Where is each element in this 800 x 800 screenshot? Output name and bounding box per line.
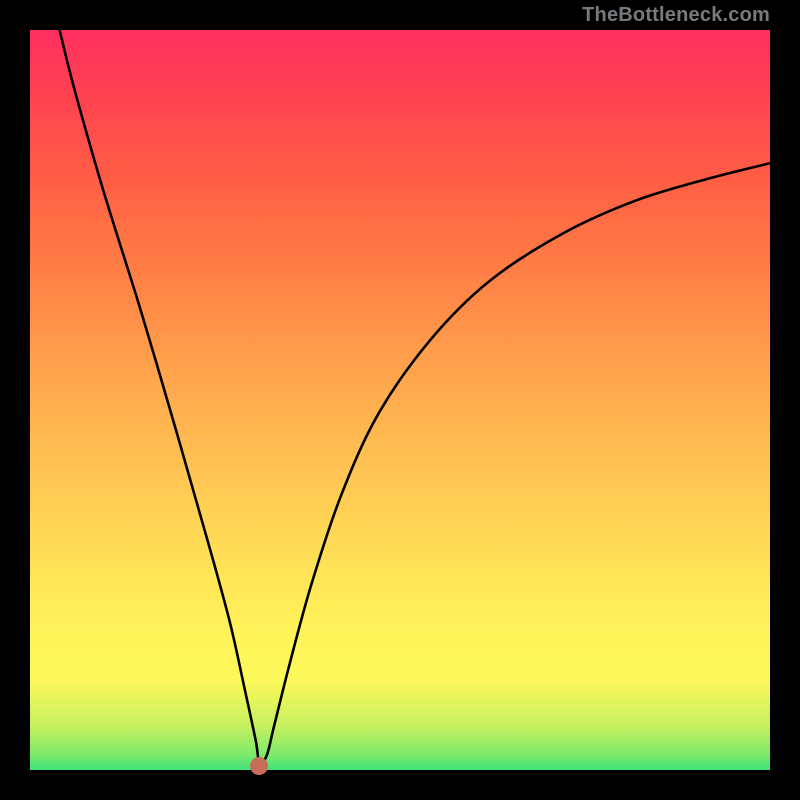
minimum-marker	[250, 757, 268, 775]
watermark-text: TheBottleneck.com	[582, 4, 770, 27]
curve-svg	[30, 30, 770, 770]
chart-frame: TheBottleneck.com	[0, 0, 800, 800]
plot-area	[30, 30, 770, 770]
bottleneck-curve	[60, 30, 770, 763]
